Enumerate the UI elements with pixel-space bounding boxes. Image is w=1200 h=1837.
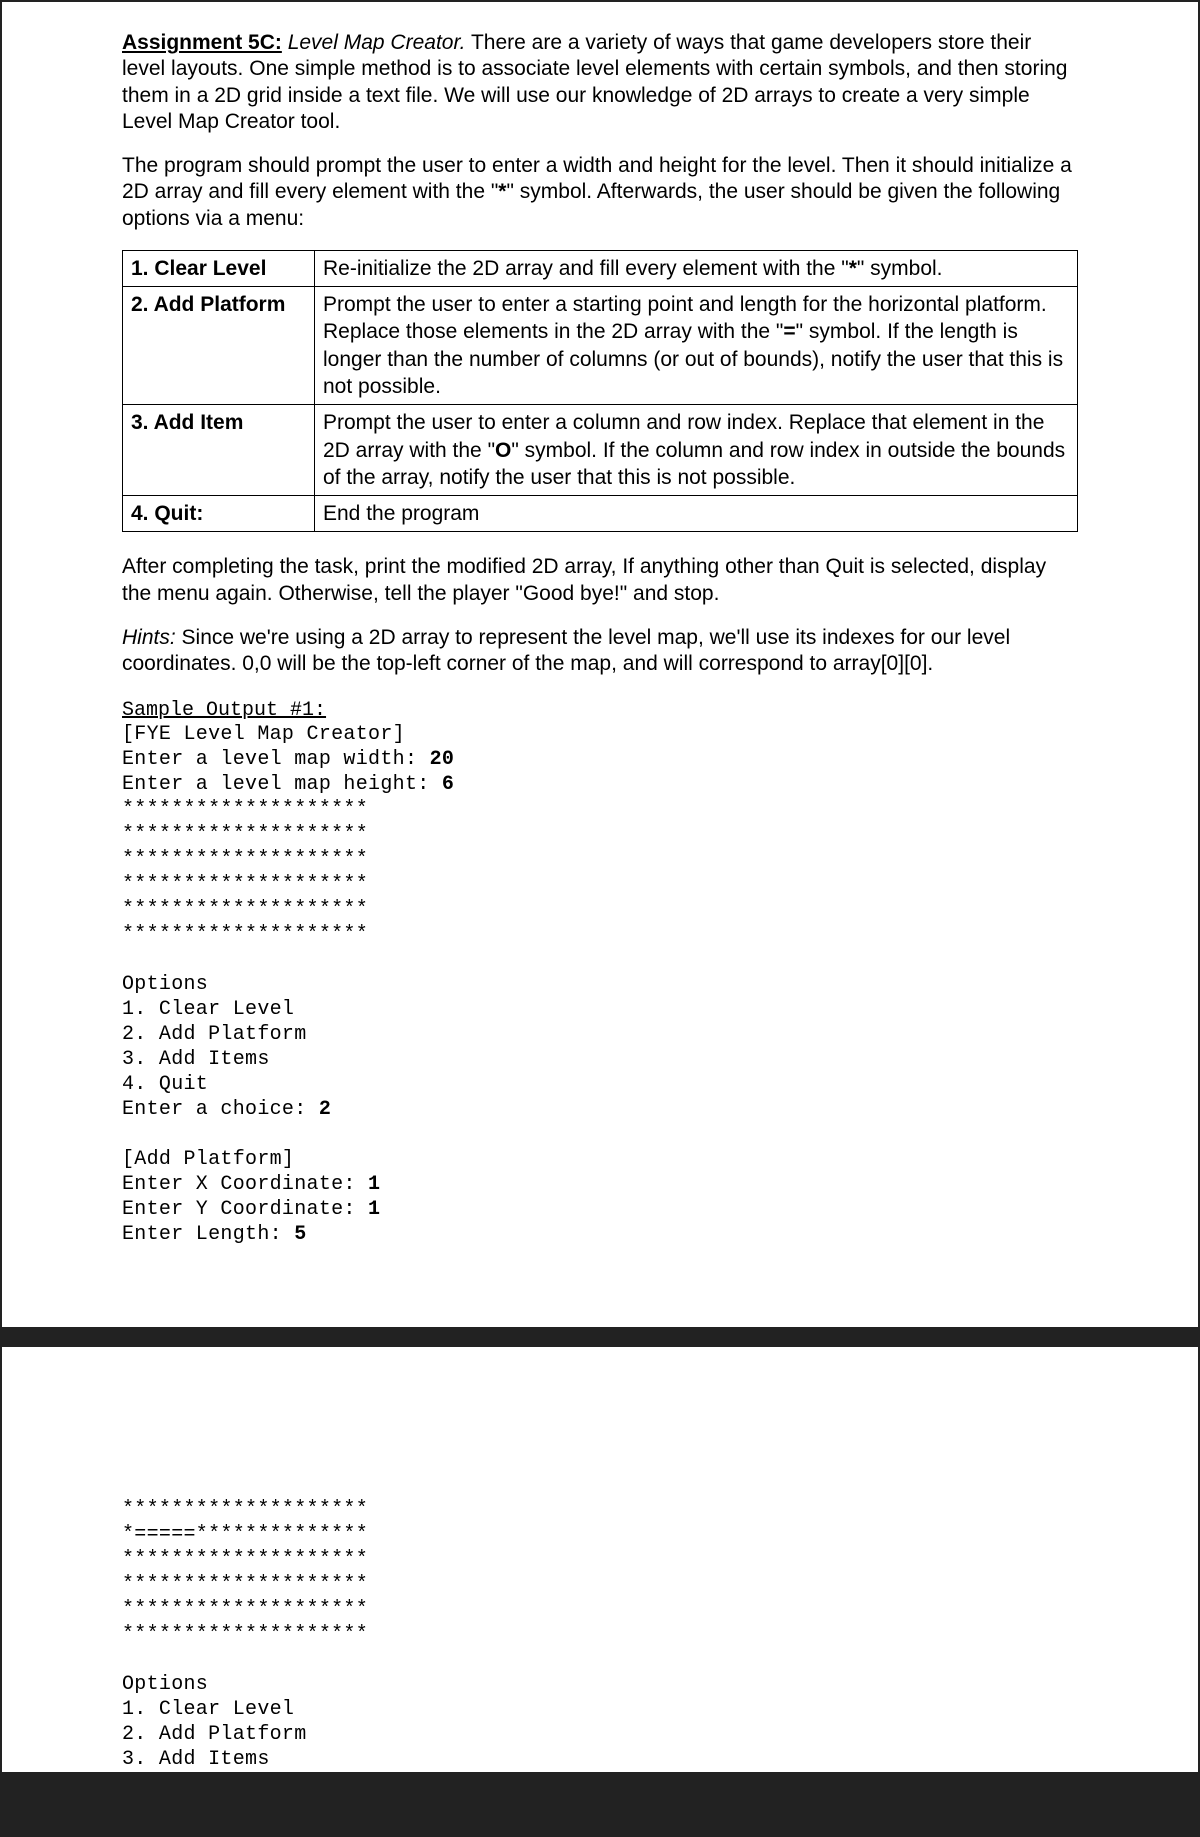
table-row: 2. Add Platform Prompt the user to enter… [123,287,1078,405]
option-desc: Prompt the user to enter a starting poin… [315,287,1078,405]
table-row: 1. Clear Level Re-initialize the 2D arra… [123,250,1078,286]
option-desc: End the program [315,496,1078,532]
hints-label: Hints: [122,626,176,649]
hints-paragraph: Hints: Since we're using a 2D array to r… [122,625,1078,678]
table-row: 4. Quit: End the program [123,496,1078,532]
assignment-title: Level Map Creator. [288,31,466,54]
sample-output-2: ******************** *=====*************… [122,1497,1078,1772]
option-name: 1. Clear Level [123,250,315,286]
after-paragraph: After completing the task, print the mod… [122,554,1078,607]
hints-text: Since we're using a 2D array to represen… [122,626,1010,675]
intro-paragraph: Assignment 5C: Level Map Creator. There … [122,30,1078,135]
sample-output-1: [FYE Level Map Creator] Enter a level ma… [122,722,1078,1247]
option-name: 3. Add Item [123,405,315,496]
option-name: 4. Quit: [123,496,315,532]
setup-paragraph: The program should prompt the user to en… [122,153,1078,232]
page-gap [0,1329,1200,1347]
assignment-label: Assignment 5C: [122,31,282,54]
sample-output-heading: Sample Output #1: [122,699,1078,722]
option-name: 2. Add Platform [123,287,315,405]
option-desc: Re-initialize the 2D array and fill ever… [315,250,1078,286]
page-2: ******************** *=====*************… [0,1347,1200,1774]
options-table: 1. Clear Level Re-initialize the 2D arra… [122,250,1078,533]
table-row: 3. Add Item Prompt the user to enter a c… [123,405,1078,496]
option-desc: Prompt the user to enter a column and ro… [315,405,1078,496]
document-viewport: Assignment 5C: Level Map Creator. There … [0,0,1200,1774]
page-1: Assignment 5C: Level Map Creator. There … [0,0,1200,1329]
